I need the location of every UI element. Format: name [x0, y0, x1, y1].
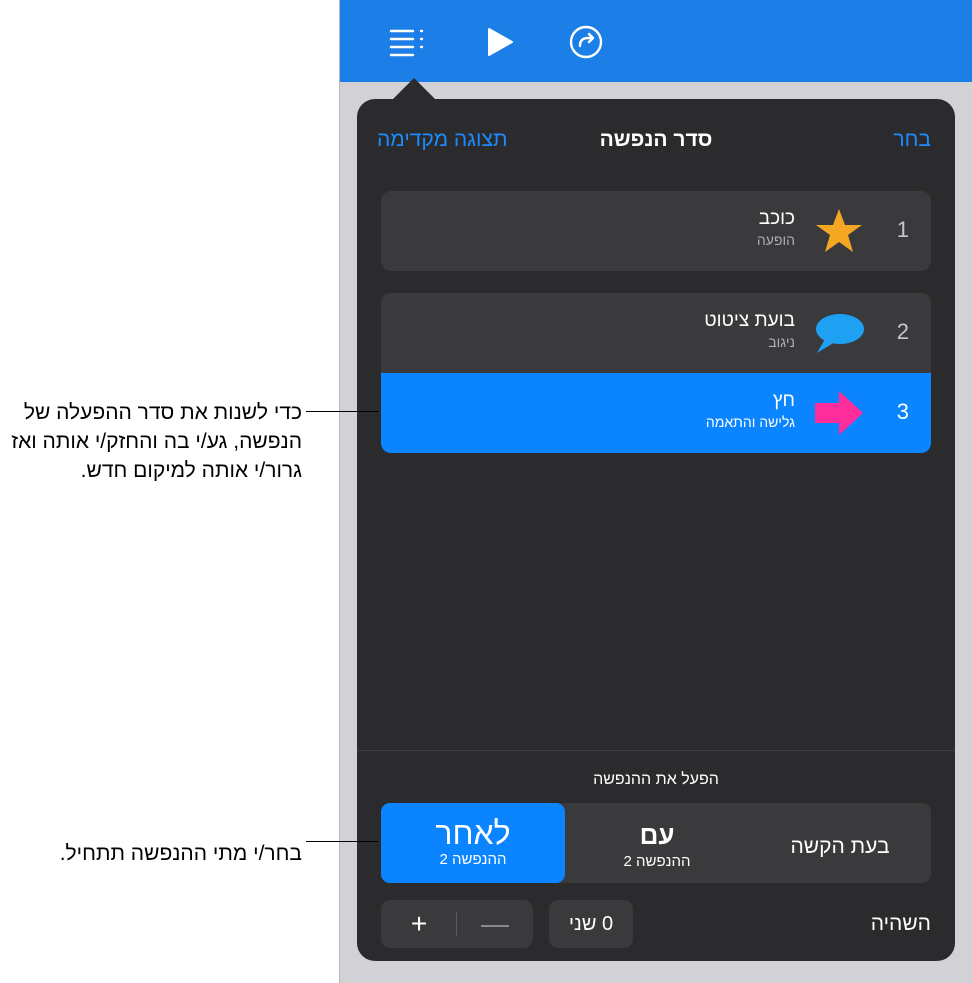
toolbar — [340, 0, 972, 82]
callout-reorder: כדי לשנות את סדר ההפעלה של הנפשה, גע/י ב… — [11, 401, 302, 482]
start-with-option[interactable]: עם ההנפשה 2 — [565, 803, 749, 883]
callout-leader-line — [306, 411, 378, 412]
increase-delay-button[interactable]: + — [381, 900, 457, 948]
callout-leader-line — [306, 841, 378, 842]
animation-row-star[interactable]: 1 כוכב הופעה — [381, 191, 931, 271]
star-icon — [813, 207, 865, 255]
animation-name: כוכב — [758, 208, 795, 229]
animation-number: 3 — [896, 399, 909, 424]
animation-row-speech-bubble[interactable]: 2 בועת ציטוט ניגוב — [381, 293, 931, 373]
option-label: לאחר — [435, 815, 511, 851]
animation-group-1: 1 כוכב הופעה — [381, 191, 931, 271]
animation-name: חץ — [772, 390, 795, 411]
list-icon[interactable] — [388, 22, 428, 62]
delay-value[interactable]: 0 שני — [549, 900, 633, 948]
divider — [357, 750, 955, 751]
animation-group-2: 2 בועת ציטוט ניגוב 3 חץ גלישה והתאמה — [381, 293, 931, 453]
animation-effect: ניגוב — [768, 334, 795, 350]
animation-number: 2 — [896, 319, 909, 344]
popover-title: סדר הנפשה — [599, 128, 713, 151]
start-segmented-control: לאחר ההנפשה 2 עם ההנפשה 2 בעת הקשה — [381, 803, 931, 883]
animation-order-popover: תצוגה מקדימה סדר הנפשה בחר 1 כוכב הופעה … — [357, 99, 955, 961]
select-button[interactable]: בחר — [893, 127, 931, 153]
speech-bubble-icon — [813, 309, 865, 357]
animation-name: בועת ציטוט — [704, 310, 795, 331]
option-sublabel: ההנפשה 2 — [439, 851, 507, 868]
popover-arrow — [392, 78, 436, 100]
delay-stepper: + — — [381, 900, 533, 948]
start-animation-label: הפעל את ההנפשה — [593, 771, 719, 788]
redo-circle-icon[interactable] — [566, 22, 606, 62]
animation-effect: גלישה והתאמה — [705, 414, 795, 430]
start-after-option[interactable]: לאחר ההנפשה 2 — [381, 803, 565, 883]
decrease-delay-button[interactable]: — — [457, 900, 533, 948]
animation-number: 1 — [896, 217, 909, 242]
option-sublabel: ההנפשה 2 — [623, 853, 691, 870]
start-on-tap-option[interactable]: בעת הקשה — [749, 803, 931, 883]
option-label: בעת הקשה — [790, 835, 890, 858]
callout-start: בחר/י מתי ההנפשה תתחיל. — [59, 842, 302, 865]
option-label: עם — [639, 820, 675, 850]
animation-row-arrow[interactable]: 3 חץ גלישה והתאמה — [381, 373, 931, 453]
play-icon[interactable] — [480, 22, 520, 62]
delay-label: השהיה — [870, 912, 931, 935]
animation-effect: הופעה — [756, 232, 795, 248]
arrow-icon — [813, 389, 865, 437]
